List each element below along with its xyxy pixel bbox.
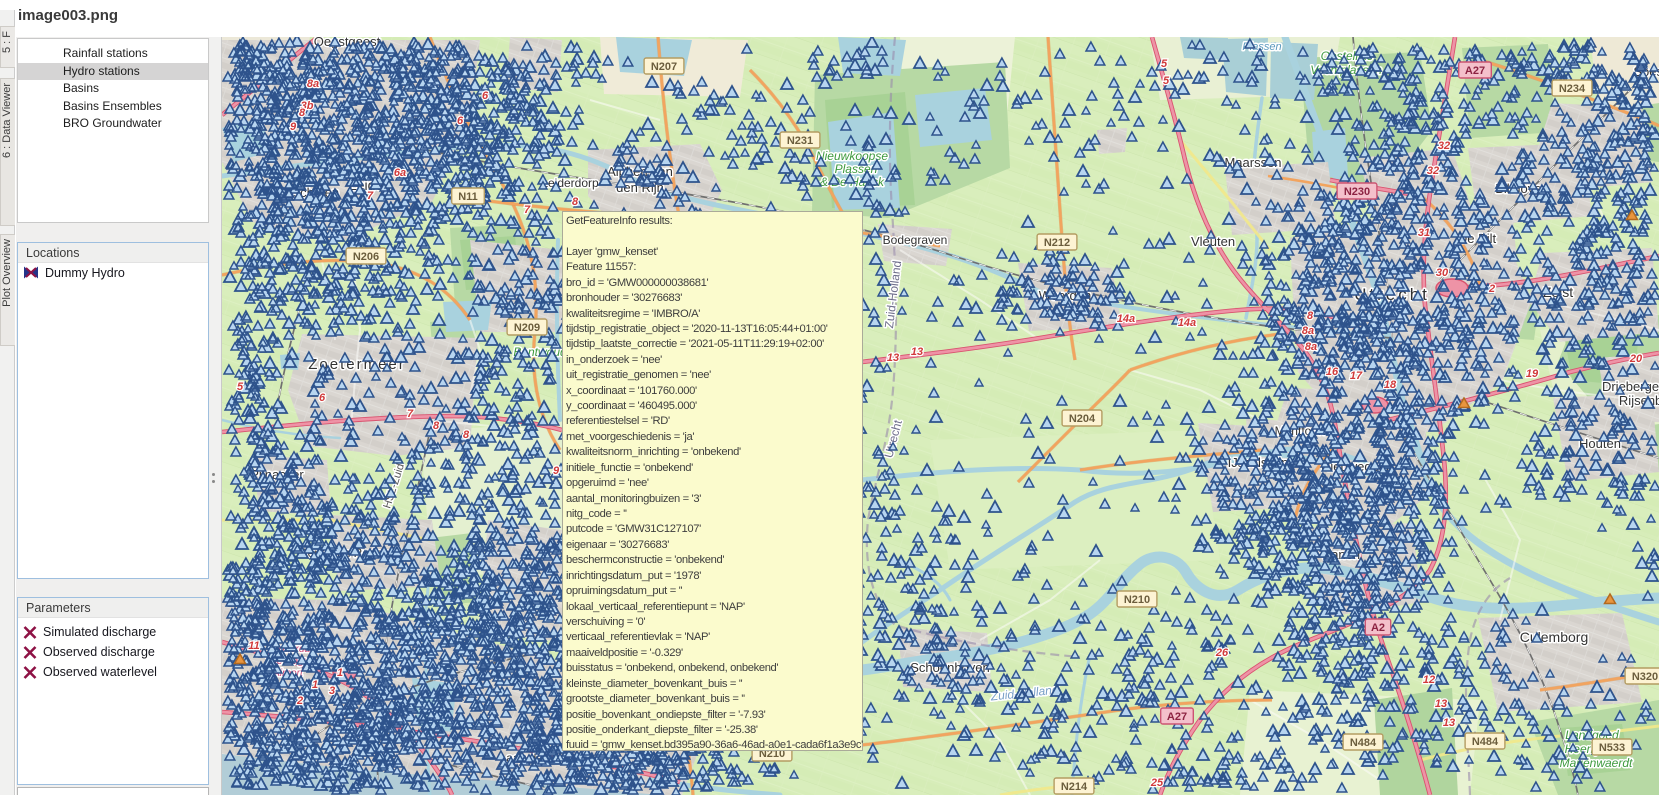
svg-text:8: 8 — [572, 196, 579, 208]
svg-text:A27: A27 — [1167, 711, 1187, 723]
svg-text:20: 20 — [1629, 353, 1643, 365]
svg-text:1: 1 — [312, 679, 318, 691]
svg-text:14a: 14a — [1178, 317, 1196, 329]
svg-text:N484: N484 — [1472, 736, 1499, 748]
svg-text:7: 7 — [407, 408, 414, 420]
svg-text:N210: N210 — [1124, 594, 1150, 606]
svg-text:13: 13 — [911, 346, 923, 358]
svg-text:N231: N231 — [787, 135, 813, 147]
svg-text:13: 13 — [1435, 698, 1447, 710]
svg-text:3: 3 — [329, 685, 335, 697]
svg-text:7: 7 — [524, 204, 531, 216]
svg-text:Bodegraven: Bodegraven — [883, 233, 948, 247]
svg-text:7: 7 — [367, 190, 374, 202]
svg-text:8a: 8a — [1302, 325, 1314, 337]
svg-text:N234: N234 — [1559, 83, 1586, 95]
svg-text:6: 6 — [482, 90, 489, 102]
svg-text:11: 11 — [248, 640, 259, 652]
svg-text:6a: 6a — [394, 167, 406, 179]
svg-text:Driebergen-R: Driebergen-R — [1602, 379, 1659, 394]
svg-text:13: 13 — [887, 352, 899, 364]
svg-text:2: 2 — [1488, 283, 1495, 295]
svg-text:N214: N214 — [1061, 781, 1088, 793]
svg-text:6: 6 — [457, 115, 464, 127]
svg-text:12: 12 — [1423, 674, 1435, 686]
svg-text:N11: N11 — [458, 191, 478, 203]
svg-text:19: 19 — [1526, 368, 1539, 380]
svg-text:5: 5 — [237, 381, 244, 393]
svg-text:N320: N320 — [1632, 671, 1658, 683]
svg-text:18: 18 — [1384, 379, 1397, 391]
svg-text:1: 1 — [337, 667, 343, 679]
svg-text:8a: 8a — [307, 78, 319, 90]
svg-text:N212: N212 — [1044, 237, 1070, 249]
svg-text:N533: N533 — [1599, 742, 1625, 754]
svg-text:Culemborg: Culemborg — [1520, 629, 1588, 645]
svg-text:17: 17 — [1350, 370, 1363, 382]
svg-text:Mariënwaerdt: Mariënwaerdt — [1560, 756, 1633, 770]
svg-text:25: 25 — [1150, 777, 1164, 789]
svg-text:8: 8 — [299, 107, 306, 119]
svg-text:8: 8 — [463, 429, 470, 441]
svg-text:N230: N230 — [1344, 186, 1370, 198]
svg-text:8: 8 — [433, 420, 440, 432]
svg-text:14a: 14a — [1117, 313, 1135, 325]
svg-text:26: 26 — [1215, 647, 1229, 659]
svg-text:A27: A27 — [1465, 65, 1485, 77]
svg-text:N207: N207 — [651, 61, 677, 73]
svg-text:31: 31 — [1418, 227, 1430, 239]
svg-text:N204: N204 — [1069, 413, 1096, 425]
svg-text:5: 5 — [1163, 75, 1170, 87]
svg-text:8a: 8a — [1305, 341, 1317, 353]
svg-text:6: 6 — [319, 392, 326, 404]
svg-text:8: 8 — [1307, 310, 1314, 322]
svg-text:13: 13 — [1443, 717, 1455, 729]
svg-text:32: 32 — [1427, 165, 1439, 177]
svg-text:30: 30 — [1436, 267, 1449, 279]
svg-text:A2: A2 — [1371, 622, 1385, 634]
svg-text:32: 32 — [1438, 140, 1450, 152]
svg-text:16: 16 — [1326, 366, 1339, 378]
svg-text:N209: N209 — [514, 322, 540, 334]
svg-text:N484: N484 — [1350, 737, 1377, 749]
svg-text:9: 9 — [553, 465, 560, 477]
svg-text:9: 9 — [290, 121, 297, 133]
svg-text:Leiderdorp: Leiderdorp — [541, 176, 599, 190]
svg-text:N206: N206 — [353, 251, 379, 263]
svg-text:5: 5 — [1161, 58, 1168, 70]
svg-text:2: 2 — [296, 695, 303, 707]
